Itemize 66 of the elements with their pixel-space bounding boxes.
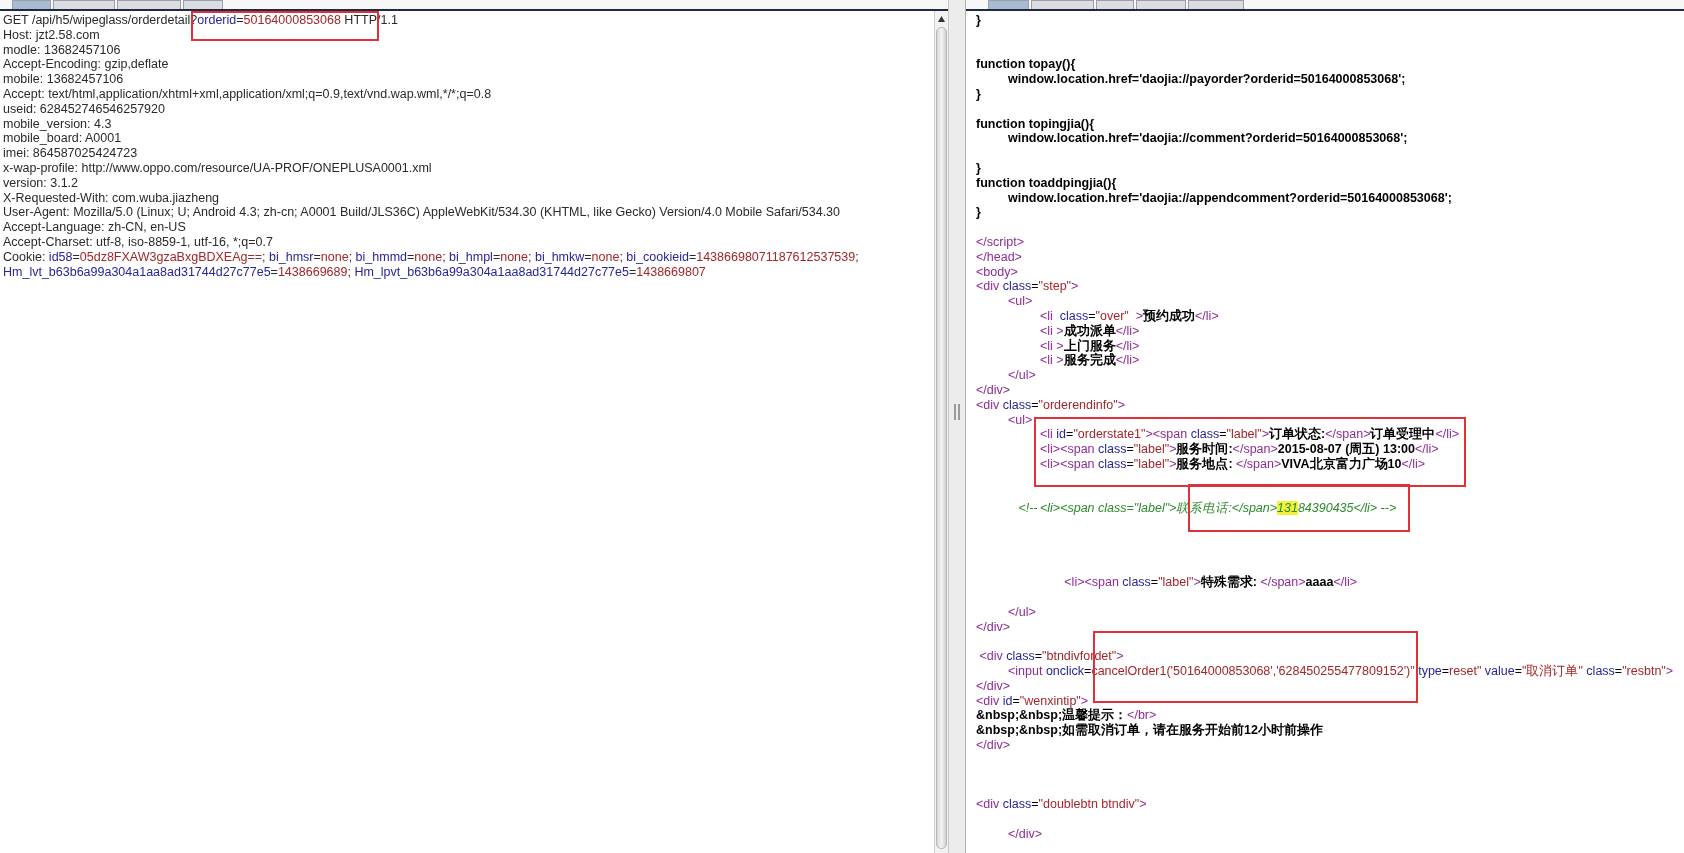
code-line: </div> — [976, 738, 1011, 753]
up-arrow-icon[interactable] — [935, 13, 948, 25]
code-line: X-Requested-With: com.wuba.jiazheng — [3, 190, 220, 206]
code-line: imei: 864587025424723 — [3, 146, 138, 161]
code-line: x-wap-profile: http://www.oppo.com/resource/UA-PROF/ONEPLUSA0001.xml — [3, 160, 432, 176]
code-line: </div> — [1007, 826, 1043, 842]
tab[interactable] — [1136, 0, 1186, 9]
code-line: modle: 13682457106 — [3, 42, 121, 58]
tab[interactable] — [1031, 0, 1094, 9]
code-line: <li><span class="label">服务时间:</span>2015-08-07 (周五) 13:00</li> — [1039, 442, 1439, 457]
code-line: <div id="wenxintip"> — [976, 693, 1089, 709]
code-line: Accept: text/html,application/xhtml+xml,application/xml;q=0.9,text/vnd.wap.wml,*/*;q=0.8 — [3, 87, 492, 102]
code-line: </div> — [976, 619, 1011, 635]
code-line: &nbsp;&nbsp;如需取消订单，请在服务开始前12小时前操作 — [976, 723, 1323, 739]
code-line: version: 3.1.2 — [3, 175, 79, 191]
code-line: mobile: 13682457106 — [3, 72, 124, 87]
code-line: window.location.href='daojia://appendcomment?orderid=50164000853068'; — [1007, 190, 1452, 206]
code-line: </ul> — [1007, 368, 1036, 383]
code-line: Accept-Language: zh-CN, en-US — [3, 220, 186, 235]
code-line: <ul> — [1007, 294, 1033, 309]
code-line: window.location.href='daojia://comment?orderid=50164000853068'; — [1007, 131, 1408, 147]
code-line: Accept-Encoding: gzip,deflate — [3, 57, 169, 73]
code-line: function toaddpingjia(){ — [976, 175, 1117, 191]
code-line: } — [976, 87, 981, 102]
code-line: } — [976, 160, 981, 176]
tab[interactable] — [1188, 0, 1244, 9]
tab[interactable] — [183, 0, 223, 9]
code-line: <div class="step"> — [976, 279, 1079, 295]
grip-icon — [954, 403, 960, 420]
code-line: mobile_board: A0001 — [3, 131, 122, 147]
code-line: function topingjia(){ — [976, 116, 1095, 132]
code-line: <ul> — [1007, 412, 1033, 428]
code-line: <li id="orderstate1"><span class="label">订单状态:</span>订单受理中</li> — [1039, 427, 1460, 442]
code-line: <li><span class="label">特殊需求: </span>aaaa</li> — [1063, 575, 1358, 591]
code-line: } — [976, 13, 981, 28]
scrollbar-thumb[interactable] — [936, 27, 947, 849]
code-line: <div class="orderendinfo"> — [976, 397, 1125, 413]
code-line: </script> — [976, 234, 1024, 250]
tab[interactable] — [1096, 0, 1134, 9]
code-line: <body> — [976, 264, 1018, 280]
code-line: <div class="doublebtn btndiv"> — [976, 797, 1147, 813]
code-line: User-Agent: Mozilla/5.0 (Linux; U; Android 4.3; zh-cn; A0001 Build/JLS36C) AppleWebKit/534.30 (KHTML, like Gecko) Version/4.0 Mobile Safari/534.30 — [3, 205, 840, 221]
code-line: <li><span class="label">服务地点: </span>VIVA北京富力广场10</li> — [1039, 456, 1426, 472]
code-line: Cookie: id58=05dz8FXAW3gzaBxgBDXEAg==; bi_hmsr=none; bi_hmmd=none; bi_hmpl=none; bi_hmkw=none; bi_cookieid=14386698071187612537539; — [3, 249, 859, 265]
code-line: window.location.href='daojia://payorder?orderid=50164000853068'; — [1007, 72, 1406, 87]
code-line: useid: 628452746546257920 — [3, 101, 165, 117]
code-line: mobile_version: 4.3 — [3, 116, 112, 132]
code-line: </head> — [976, 249, 1022, 265]
code-line: Host: jzt2.58.com — [3, 27, 100, 43]
code-line: <li >服务完成</li> — [1039, 353, 1140, 369]
code-line: Hm_lvt_b63b6a99a304a1aa8ad31744d27c77e5=1438669689; Hm_lpvt_b63b6a99a304a1aa8ad31744d27c77e5=1438669807 — [3, 264, 706, 280]
tab[interactable] — [117, 0, 181, 9]
scrollbar[interactable] — [934, 11, 948, 853]
code-line: </ul> — [1007, 604, 1036, 620]
tab[interactable] — [12, 0, 51, 9]
code-line: <li class="over" >预约成功</li> — [1039, 308, 1219, 324]
code-line: <li >上门服务</li> — [1039, 338, 1140, 353]
code-line: </div> — [976, 678, 1011, 694]
code-line: </div> — [976, 382, 1011, 398]
code-line: <li >成功派单</li> — [1039, 323, 1140, 339]
code-line: } — [976, 205, 981, 221]
tab[interactable] — [53, 0, 115, 9]
tab[interactable] — [988, 0, 1029, 9]
code-line: &nbsp;&nbsp;温馨提示：</br> — [976, 708, 1157, 723]
code-line: function topay(){ — [976, 57, 1076, 73]
code-line: Accept-Charset: utf-8, iso-8859-1, utf-16, *;q=0.7 — [3, 234, 273, 250]
